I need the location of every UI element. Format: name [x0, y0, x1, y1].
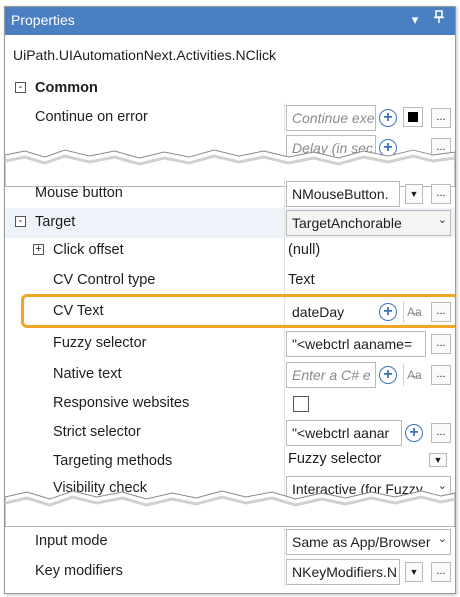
property-row-mouse-button: Mouse button NMouseButton. ▼ ... — [5, 179, 455, 209]
key-modifiers-input[interactable]: NKeyModifiers.N — [286, 559, 400, 585]
chevron-down-icon[interactable]: ▼ — [405, 562, 423, 582]
mouse-button-input[interactable]: NMouseButton. — [286, 181, 400, 207]
pin-icon[interactable] — [429, 10, 449, 30]
text-mode-icon[interactable]: A̶a — [403, 364, 425, 386]
plus-circle-icon[interactable]: + — [403, 422, 425, 444]
property-label: Fuzzy selector — [53, 335, 147, 351]
cv-control-type-value: Text — [288, 272, 315, 288]
property-label: Input mode — [35, 533, 108, 549]
plus-circle-icon[interactable]: + — [377, 107, 399, 129]
torn-edge — [5, 490, 455, 527]
property-label: CV Control type — [53, 272, 156, 288]
continue-on-error-input[interactable]: Continue exe — [286, 105, 376, 131]
property-row-continue-on-error: Continue on error Continue exe + ... — [5, 103, 455, 133]
activity-type-name: UiPath.UIAutomationNext.Activities.NClic… — [13, 47, 276, 63]
category-label: Common — [35, 80, 98, 96]
property-label: Mouse button — [35, 185, 123, 201]
target-value: TargetAnchorable — [292, 215, 402, 231]
property-row-cv-control-type: CV Control type Text — [5, 266, 455, 296]
ellipsis-button[interactable]: ... — [431, 365, 451, 385]
ellipsis-button[interactable]: ... — [431, 184, 451, 204]
click-offset-value: (null) — [288, 242, 321, 258]
chevron-down-icon[interactable]: ⌄ — [438, 532, 447, 545]
property-row-target[interactable]: - Target TargetAnchorable ⌄ — [5, 208, 455, 238]
property-label: Target — [35, 214, 76, 230]
ellipsis-button[interactable]: ... — [431, 423, 451, 443]
highlight-box — [21, 294, 455, 328]
property-row-native-text: Native text Enter a C# e + A̶a ... — [5, 360, 455, 390]
chevron-down-icon[interactable]: ▼ — [405, 184, 423, 204]
targeting-methods-value: Fuzzy selector — [288, 451, 382, 467]
window-dropdown-icon[interactable]: ▾ — [405, 10, 425, 30]
strict-selector-input[interactable]: "<webctrl aanar — [286, 420, 402, 446]
panel-title: Properties — [11, 12, 75, 28]
collapse-icon[interactable]: - — [15, 82, 26, 93]
property-label: Continue on error — [35, 109, 148, 125]
property-row-key-modifiers: Key modifiers NKeyModifiers.N ▼ ... — [5, 557, 455, 587]
chevron-down-icon[interactable]: ▼ — [429, 453, 447, 467]
property-row-responsive-websites: Responsive websites — [5, 389, 455, 419]
responsive-websites-checkbox[interactable] — [293, 396, 309, 412]
properties-panel: Properties ▾ UiPath.UIAutomationNext.Act… — [4, 6, 456, 594]
property-row-click-offset: + Click offset (null) — [5, 236, 455, 266]
property-row-input-mode: Input mode Same as App/Browser ⌄ — [5, 527, 455, 557]
ellipsis-button[interactable]: ... — [431, 562, 451, 582]
target-combo[interactable]: TargetAnchorable ⌄ — [286, 210, 451, 236]
toggle-square-icon[interactable] — [403, 107, 423, 127]
property-row-strict-selector: Strict selector "<webctrl aanar + ... — [5, 418, 455, 448]
property-label: Responsive websites — [53, 395, 190, 411]
collapse-icon[interactable]: - — [15, 216, 26, 227]
panel-titlebar: Properties ▾ — [5, 7, 455, 35]
property-label: Targeting methods — [53, 453, 173, 469]
input-mode-combo[interactable]: Same as App/Browser ⌄ — [286, 529, 451, 555]
property-label: Click offset — [53, 242, 124, 258]
property-label: Strict selector — [53, 424, 141, 440]
property-label: Native text — [53, 366, 122, 382]
native-text-input[interactable]: Enter a C# e — [286, 362, 376, 388]
expand-icon[interactable]: + — [33, 244, 44, 255]
property-row-fuzzy-selector: Fuzzy selector "<webctrl aaname= ... — [5, 329, 455, 359]
ellipsis-button[interactable]: ... — [431, 334, 451, 354]
input-mode-value: Same as App/Browser — [292, 534, 431, 550]
category-common[interactable]: - Common — [5, 74, 455, 104]
ellipsis-button[interactable]: ... — [431, 108, 451, 128]
property-label: Key modifiers — [35, 563, 123, 579]
fuzzy-selector-input[interactable]: "<webctrl aaname= — [286, 331, 426, 357]
plus-circle-icon[interactable]: + — [377, 364, 399, 386]
chevron-down-icon[interactable]: ⌄ — [438, 213, 447, 226]
property-row-targeting-methods: Targeting methods Fuzzy selector ▼ — [5, 447, 455, 477]
